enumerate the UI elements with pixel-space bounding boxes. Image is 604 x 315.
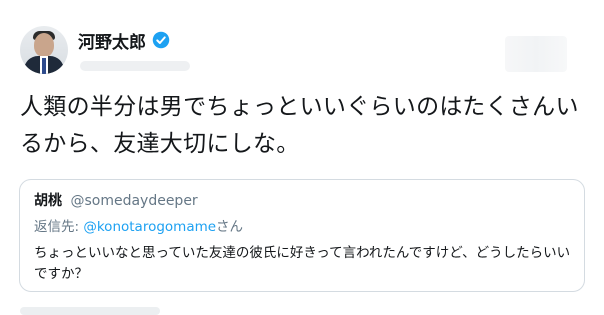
verified-badge-icon: [152, 31, 170, 49]
follow-button-redacted[interactable]: [505, 36, 567, 72]
avatar-tie: [42, 58, 46, 74]
tweet-timestamp-redacted: [20, 307, 160, 315]
quoted-tweet[interactable]: 胡桃 @somedaydeeper 返信先: @konotarogomameさん…: [19, 179, 585, 292]
quoted-tweet-handle: @somedaydeeper: [70, 193, 198, 209]
author-name-row: 河野太郎: [78, 28, 170, 53]
tweet-text: 人類の半分は男でちょっといいぐらいのはたくさんいるから、友達大切にしな。: [20, 94, 579, 157]
author-display-name[interactable]: 河野太郎: [78, 28, 146, 53]
reply-prefix: 返信先:: [34, 219, 84, 235]
tweet-header: 河野太郎: [20, 26, 580, 82]
reply-suffix: さん: [216, 219, 244, 235]
quoted-tweet-text: ちょっといいなと思っていた友達の彼氏に好きって言われたんですけど、どうしたらいい…: [34, 245, 571, 282]
reply-target-link[interactable]: @konotarogomame: [83, 219, 216, 235]
tweet-card: 河野太郎 人類の半分は男でちょっといいぐらいのはたくさんいるから、友達大切にしな…: [0, 0, 604, 315]
author-handle-redacted: [80, 61, 190, 71]
avatar[interactable]: [20, 26, 68, 74]
quoted-tweet-reply-context: 返信先: @konotarogomameさん: [34, 215, 243, 235]
quoted-tweet-display-name: 胡桃: [34, 193, 62, 209]
avatar-face: [34, 33, 54, 57]
quoted-tweet-user: 胡桃 @somedaydeeper: [34, 190, 198, 210]
